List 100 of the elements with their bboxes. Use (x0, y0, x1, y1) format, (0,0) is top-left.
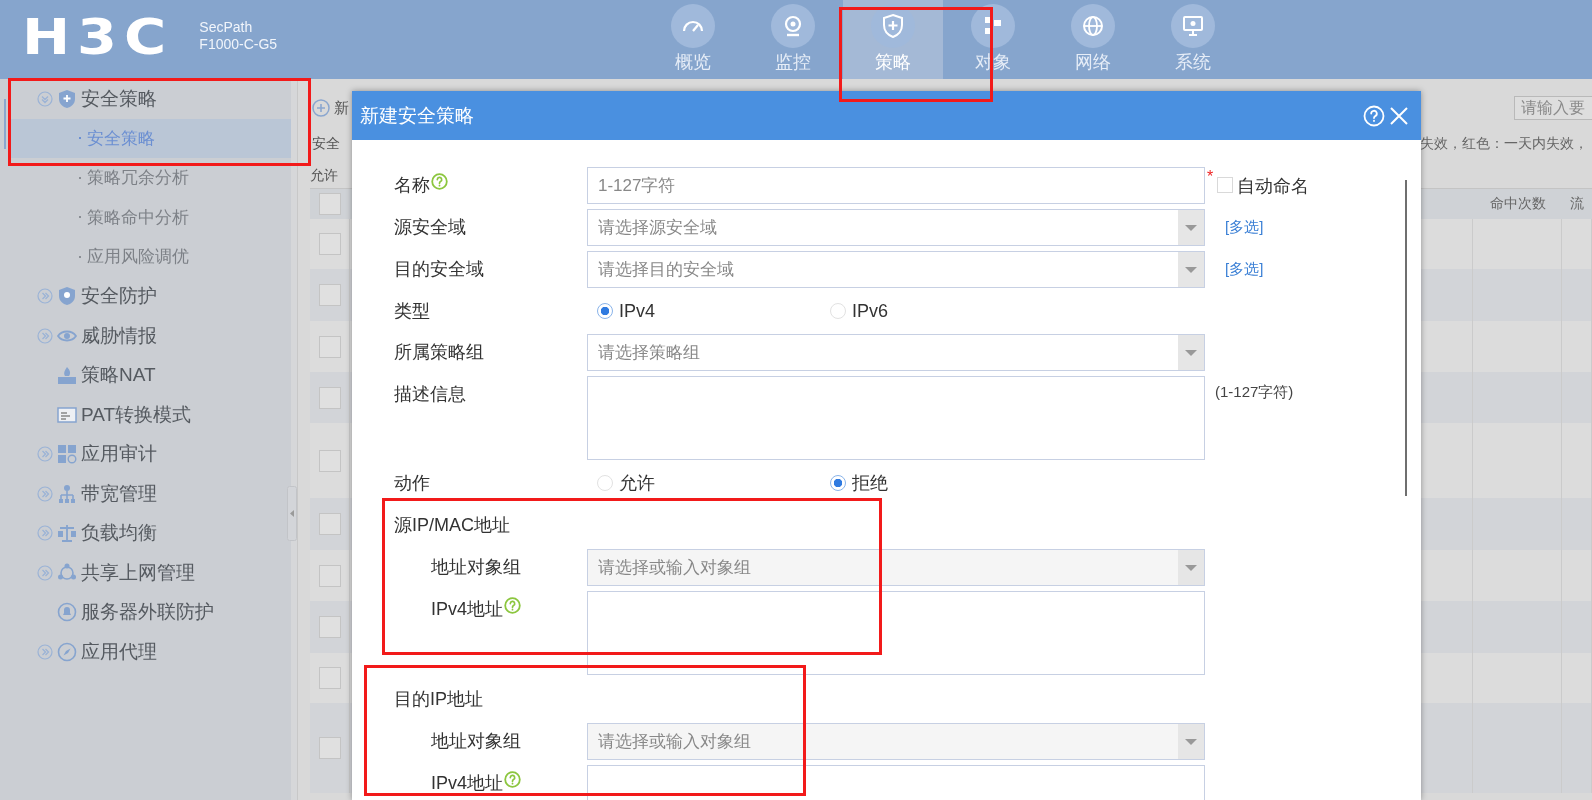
multi-select-link[interactable]: [多选] (1225, 255, 1264, 279)
collapse-handle[interactable] (287, 486, 297, 541)
required-mark: * (1207, 171, 1214, 183)
help-icon[interactable] (504, 771, 522, 788)
expand-toggle-icon[interactable] (37, 327, 53, 344)
expand-toggle-icon[interactable] (37, 288, 53, 305)
submenu-item[interactable]: 策略命中分析 (8, 197, 291, 237)
logo: H3C (22, 7, 174, 66)
field-label: 动作 (394, 472, 430, 495)
checkbox[interactable] (1217, 177, 1234, 193)
shield-icon (57, 88, 77, 109)
input-field[interactable]: 1-127字符 (587, 167, 1205, 204)
scale-icon (57, 523, 77, 544)
combo-box[interactable]: 请选择或输入对象组 (587, 549, 1205, 586)
column-header: 命中次数 (1473, 188, 1562, 219)
model-name: F1000-C-G5 (199, 35, 278, 53)
grid-clock-icon (57, 444, 77, 465)
info-text: 失效，红色：一天内失效， (1420, 135, 1589, 153)
shield-icon (57, 286, 77, 307)
info-text: 安全 (312, 135, 340, 153)
menu-item[interactable]: 带宽管理 (81, 480, 157, 507)
menu-item[interactable]: 安全防护 (81, 283, 157, 310)
card-icon (57, 404, 77, 425)
hierarchy-icon (57, 483, 77, 504)
multi-select-link[interactable]: [多选] (1225, 213, 1264, 237)
checkbox[interactable] (319, 193, 341, 215)
checkbox[interactable] (318, 386, 341, 409)
menu-item[interactable]: 应用审计 (81, 441, 157, 468)
expand-toggle-icon[interactable] (37, 525, 53, 542)
field-label: 源安全域 (394, 216, 466, 239)
menu-item[interactable]: 威胁情报 (81, 322, 157, 349)
radio-label: 拒绝 (852, 472, 888, 495)
help-icon[interactable] (431, 173, 448, 190)
dialog-title: 新建安全策略 (360, 103, 474, 128)
column-header: 流 (1562, 188, 1592, 219)
expand-toggle-icon[interactable] (37, 643, 53, 660)
field-label: IPv4地址 (431, 772, 504, 795)
radio-label: IPv4 (619, 300, 656, 322)
checkbox[interactable] (318, 513, 341, 535)
gauge-icon (671, 4, 715, 48)
close-icon[interactable] (1389, 105, 1409, 126)
globe-icon (1071, 4, 1115, 48)
firewall-icon (57, 365, 77, 386)
caret-icon (1178, 252, 1204, 287)
select-field[interactable]: 请选择目的安全域 (587, 251, 1205, 288)
caret-icon (1178, 210, 1204, 245)
field-label: 类型 (394, 300, 430, 323)
checkbox[interactable] (318, 737, 341, 759)
submenu-item[interactable]: 策略冗余分析 (8, 158, 291, 198)
radio-label: IPv6 (852, 300, 889, 322)
scrollbar[interactable] (1405, 180, 1407, 496)
checkbox[interactable] (318, 616, 341, 638)
field-label: 描述信息 (394, 383, 466, 406)
field-label: 所属策略组 (394, 341, 484, 364)
field-label: 源IP/MAC地址 (394, 514, 510, 537)
select-field[interactable]: 请选择源安全域 (587, 209, 1205, 246)
search-field[interactable]: 请输入要 (1514, 96, 1592, 120)
caret-icon (1178, 550, 1204, 585)
expand-toggle-icon[interactable] (37, 564, 53, 581)
menu-item[interactable]: 服务器外联防护 (81, 599, 214, 626)
field-hint: (1-127字符) (1215, 382, 1294, 402)
compass-icon (57, 641, 77, 662)
checkbox[interactable] (318, 667, 341, 689)
menu-item[interactable]: 安全策略 (81, 85, 157, 112)
field-label: 目的安全域 (394, 258, 484, 281)
field-label: 地址对象组 (431, 730, 521, 753)
menu-item[interactable]: 共享上网管理 (81, 559, 195, 586)
caret-icon (1178, 724, 1204, 759)
monitor-icon (1171, 4, 1215, 48)
expand-toggle-icon[interactable] (37, 485, 53, 502)
filter-label: 允许 (310, 167, 338, 185)
field-label: 名称 (394, 174, 430, 197)
select-field[interactable]: 请选择策略组 (587, 334, 1205, 371)
radio-label: 允许 (619, 472, 655, 495)
help-icon[interactable] (504, 597, 522, 614)
radio-button[interactable] (830, 475, 846, 491)
plus-icon (312, 99, 330, 117)
menu-item[interactable]: 策略NAT (81, 362, 156, 389)
expand-toggle-icon[interactable] (37, 90, 53, 107)
network-icon (57, 562, 77, 583)
checkbox[interactable] (318, 564, 341, 587)
field-label: 地址对象组 (431, 556, 521, 579)
field-label: 目的IP地址 (394, 688, 483, 711)
webcam-icon (771, 4, 815, 48)
menu-item[interactable]: 负载均衡 (81, 520, 157, 547)
menu-item[interactable]: 应用代理 (81, 638, 157, 665)
submenu-item[interactable]: 应用风险调优 (8, 237, 291, 277)
text-area[interactable] (587, 591, 1205, 675)
checkbox[interactable] (318, 335, 341, 358)
new-button[interactable]: 新 (312, 98, 349, 118)
expand-toggle-icon[interactable] (37, 446, 53, 463)
checkbox[interactable] (318, 449, 341, 472)
combo-box[interactable]: 请选择或输入对象组 (587, 723, 1205, 760)
radio-button[interactable] (597, 303, 613, 319)
menu-item[interactable]: PAT转换模式 (81, 401, 192, 428)
checkbox[interactable] (318, 233, 341, 255)
field-label: IPv4地址 (431, 598, 504, 621)
checkbox[interactable] (318, 284, 341, 306)
product-name: SecPath (199, 18, 254, 36)
bell-icon (57, 602, 77, 623)
